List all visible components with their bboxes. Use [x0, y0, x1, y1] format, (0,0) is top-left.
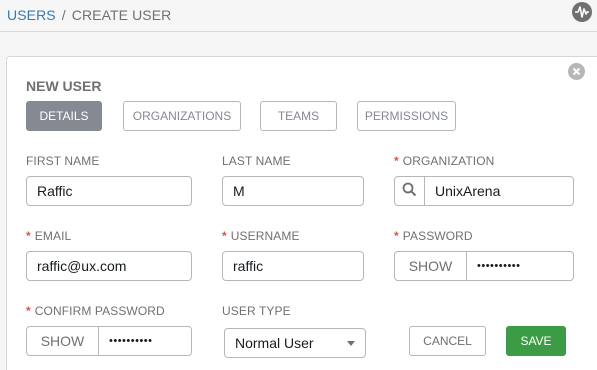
cancel-button[interactable]: CANCEL [409, 326, 486, 356]
breadcrumb: USERS / CREATE USER [7, 7, 171, 23]
breadcrumb-current: CREATE USER [71, 7, 172, 23]
password-label: * PASSWORD [394, 229, 473, 243]
required-marker: * [26, 304, 31, 318]
confirm-password-show-button[interactable]: SHOW [27, 327, 99, 355]
user-type-select[interactable]: Normal User [224, 328, 366, 358]
confirm-password-group: SHOW •••••••••• [26, 326, 192, 356]
last-name-field[interactable]: M [222, 176, 364, 206]
breadcrumb-users-link[interactable]: USERS [7, 7, 56, 23]
header-divider [0, 31, 597, 32]
tab-organizations[interactable]: ORGANIZATIONS [123, 101, 241, 131]
password-field[interactable]: •••••••••• [467, 252, 521, 280]
username-label: * USERNAME [222, 229, 300, 243]
organization-lookup: UnixArena [394, 176, 574, 206]
organization-search-button[interactable] [395, 177, 425, 205]
required-marker: * [394, 154, 399, 168]
required-marker: * [222, 229, 227, 243]
panel-title: NEW USER [26, 78, 102, 94]
confirm-password-field[interactable]: •••••••••• [99, 327, 153, 355]
username-field[interactable]: raffic [222, 251, 364, 281]
chevron-down-icon [347, 341, 355, 346]
user-type-label: USER TYPE [222, 304, 291, 318]
required-marker: * [26, 229, 31, 243]
first-name-field[interactable]: Raffic [26, 176, 192, 206]
password-show-button[interactable]: SHOW [395, 252, 467, 280]
confirm-password-label: * CONFIRM PASSWORD [26, 304, 165, 318]
first-name-label: FIRST NAME [26, 154, 100, 168]
search-icon [402, 182, 417, 200]
breadcrumb-separator: / [61, 7, 66, 23]
required-marker: * [394, 229, 399, 243]
tab-teams[interactable]: TEAMS [260, 101, 337, 131]
tab-permissions[interactable]: PERMISSIONS [357, 101, 456, 131]
activity-stream-icon[interactable] [572, 2, 592, 22]
email-label: * EMAIL [26, 229, 72, 243]
organization-field[interactable]: UnixArena [425, 177, 500, 205]
password-group: SHOW •••••••••• [394, 251, 574, 281]
save-button[interactable]: SAVE [506, 326, 566, 356]
tab-details[interactable]: DETAILS [26, 101, 102, 131]
user-type-value: Normal User [235, 335, 314, 351]
organization-label: * ORGANIZATION [394, 154, 495, 168]
last-name-label: LAST NAME [222, 154, 291, 168]
email-field[interactable]: raffic@ux.com [26, 251, 192, 281]
close-icon[interactable] [568, 63, 585, 80]
